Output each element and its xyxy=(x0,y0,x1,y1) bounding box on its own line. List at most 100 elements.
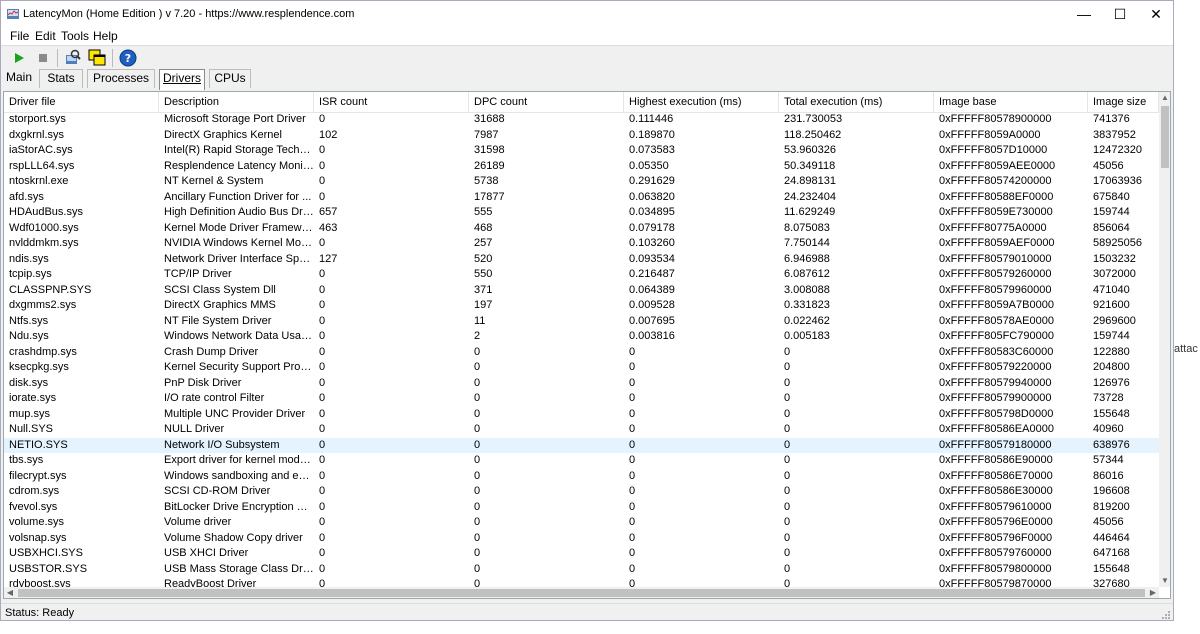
image-size-cell: 204800 xyxy=(1093,361,1130,373)
col-driver-file-header[interactable]: Driver file xyxy=(4,92,159,112)
table-row[interactable]: mup.sys Multiple UNC Provider Driver 0 0 0 0 0… xyxy=(4,407,1159,423)
col-description-header[interactable]: Description xyxy=(159,92,314,112)
tab-processes[interactable]: Processes xyxy=(87,69,155,88)
table-row[interactable]: ksecpkg.sys Kernel Security Support Provi… xyxy=(4,360,1159,376)
dpc-count-cell: 520 xyxy=(474,252,493,265)
table-row[interactable]: dxgkrnl.sys DirectX Graphics Kernel 102 798… xyxy=(4,128,1159,144)
table-row[interactable]: USBSTOR.SYS USB Mass Storage Class Driver… xyxy=(4,562,1159,578)
table-row[interactable]: nvlddmkm.sys NVIDIA Windows Kernel Mod...… xyxy=(4,236,1159,252)
table-row[interactable]: Null.SYS NULL Driver 0 0 0 0 0xFFFFF80586EA000… xyxy=(4,422,1159,438)
driver-search-button[interactable] xyxy=(63,48,83,68)
image-size-cell: 155648 xyxy=(1093,407,1130,420)
dpc-count-cell: 0 xyxy=(474,578,481,587)
stop-monitor-button[interactable] xyxy=(33,48,53,68)
title-bar[interactable]: LatencyMon (Home Edition ) v 7.20 - http… xyxy=(1,1,1173,27)
table-row[interactable]: tbs.sys Export driver for kernel mode ...… xyxy=(4,453,1159,469)
horizontal-scroll-thumb[interactable] xyxy=(18,589,1145,597)
menu-edit[interactable]: Edit xyxy=(35,29,56,43)
table-row[interactable]: iorate.sys I/O rate control Filter 0 0 0 0 0xF… xyxy=(4,391,1159,407)
col-highest-execution-header[interactable]: Highest execution (ms) xyxy=(624,92,779,112)
scroll-down-arrow-icon[interactable]: ▼ xyxy=(1159,575,1170,587)
table-row[interactable]: ntoskrnl.exe NT Kernel & System 0 5738 0.291… xyxy=(4,174,1159,190)
driver-file-cell: iaStorAC.sys xyxy=(9,144,73,156)
table-body: storport.sys Microsoft Storage Port Drive… xyxy=(4,112,1159,587)
table-row[interactable]: disk.sys PnP Disk Driver 0 0 0 0 0xFFFFF805799… xyxy=(4,376,1159,392)
driver-file-cell: cdrom.sys xyxy=(9,485,60,497)
description-cell: TCP/IP Driver xyxy=(164,268,232,280)
close-button[interactable]: ✕ xyxy=(1138,1,1173,27)
vertical-scroll-thumb[interactable] xyxy=(1161,106,1169,168)
minimize-button[interactable]: — xyxy=(1066,1,1102,27)
description-cell: Multiple UNC Provider Driver xyxy=(164,407,306,420)
table-row[interactable]: ndis.sys Network Driver Interface Speci..… xyxy=(4,252,1159,268)
dpc-count-cell: 26189 xyxy=(474,159,505,172)
image-size-cell: 2969600 xyxy=(1093,314,1136,327)
highest-execution-cell: 0 xyxy=(629,423,636,435)
table-row[interactable]: volume.sys Volume driver 0 0 0 0 0xFFFFF805796… xyxy=(4,515,1159,531)
image-base-cell: 0xFFFFF8059A0000 xyxy=(939,128,1041,141)
total-execution-cell: 6.946988 xyxy=(784,252,830,265)
description-cell: NT File System Driver xyxy=(164,314,272,327)
menu-help[interactable]: Help xyxy=(93,29,118,43)
table-row[interactable]: tcpip.sys TCP/IP Driver 0 550 0.216487 6.0876… xyxy=(4,267,1159,283)
help-button[interactable]: ? xyxy=(118,48,138,68)
windows-view-button[interactable] xyxy=(87,48,107,68)
image-base-cell: 0xFFFFF80579960000 xyxy=(939,283,1052,296)
table-row[interactable]: Ndu.sys Windows Network Data Usag... 0 2 0.0… xyxy=(4,329,1159,345)
table-row[interactable]: rspLLL64.sys Resplendence Latency Monit..… xyxy=(4,159,1159,175)
col-isr-count-header[interactable]: ISR count xyxy=(314,92,469,112)
tab-stats[interactable]: Stats xyxy=(39,69,83,88)
description-cell: Kernel Security Support Provi... xyxy=(164,361,314,373)
table-row[interactable]: rdyboost.sys ReadyBoost Driver 0 0 0 0 0xFFFFF… xyxy=(4,577,1159,587)
col-image-size-header[interactable]: Image size xyxy=(1088,92,1159,112)
image-base-cell: 0xFFFFF80579870000 xyxy=(939,578,1052,587)
isr-count-cell: 657 xyxy=(319,206,338,218)
image-size-cell: 159744 xyxy=(1093,330,1130,342)
scroll-left-arrow-icon[interactable]: ◀ xyxy=(4,587,16,598)
col-image-base-header[interactable]: Image base xyxy=(934,92,1088,112)
col-total-execution-header[interactable]: Total execution (ms) xyxy=(779,92,934,112)
image-base-cell: 0xFFFFF80579180000 xyxy=(939,438,1052,451)
image-base-cell: 0xFFFFF80579260000 xyxy=(939,268,1052,280)
table-row[interactable]: storport.sys Microsoft Storage Port Drive… xyxy=(4,112,1159,128)
tab-drivers[interactable]: Drivers xyxy=(159,69,205,90)
isr-count-cell: 0 xyxy=(319,407,326,420)
maximize-button[interactable]: ☐ xyxy=(1102,1,1138,27)
image-size-cell: 159744 xyxy=(1093,206,1130,218)
image-base-cell: 0xFFFFF80586E30000 xyxy=(939,485,1053,497)
tab-main[interactable]: Main xyxy=(3,69,35,88)
description-cell: USB Mass Storage Class Driver xyxy=(164,562,314,575)
table-row[interactable]: USBXHCI.SYS USB XHCI Driver 0 0 0 0 0xFFFFF805… xyxy=(4,546,1159,562)
isr-count-cell: 102 xyxy=(319,128,338,141)
start-monitor-button[interactable] xyxy=(9,48,29,68)
scroll-up-arrow-icon[interactable]: ▲ xyxy=(1159,92,1170,104)
table-row[interactable]: Ntfs.sys NT File System Driver 0 11 0.007695… xyxy=(4,314,1159,330)
table-row[interactable]: HDAudBus.sys High Definition Audio Bus Dr… xyxy=(4,205,1159,221)
image-size-cell: 126976 xyxy=(1093,376,1130,389)
menu-tools[interactable]: Tools xyxy=(61,29,89,43)
table-row[interactable]: volsnap.sys Volume Shadow Copy driver 0 0 0 0… xyxy=(4,531,1159,547)
tab-cpus[interactable]: CPUs xyxy=(209,69,251,88)
table-row[interactable]: fvevol.sys BitLocker Drive Encryption Dri… xyxy=(4,500,1159,516)
scroll-right-arrow-icon[interactable]: ▶ xyxy=(1147,587,1159,598)
table-row[interactable]: filecrypt.sys Windows sandboxing and enc.… xyxy=(4,469,1159,485)
table-row[interactable]: NETIO.SYS Network I/O Subsystem 0 0 0 0 0xFFFF… xyxy=(4,437,1159,453)
resize-grip-icon[interactable] xyxy=(1161,610,1171,620)
app-icon xyxy=(7,9,19,19)
svg-text:?: ? xyxy=(125,52,131,65)
col-dpc-count-header[interactable]: DPC count xyxy=(469,92,624,112)
table-row[interactable]: crashdmp.sys Crash Dump Driver 0 0 0 0 0xFFFFF… xyxy=(4,345,1159,361)
table-row[interactable]: afd.sys Ancillary Function Driver for ...… xyxy=(4,190,1159,206)
table-row[interactable]: Wdf01000.sys Kernel Mode Driver Framewor.… xyxy=(4,221,1159,237)
menu-file[interactable]: File xyxy=(10,29,29,43)
table-row[interactable]: dxgmms2.sys DirectX Graphics MMS 0 197 0.009… xyxy=(4,298,1159,314)
vertical-scrollbar[interactable]: ▲ ▼ xyxy=(1159,92,1170,587)
image-size-cell: 471040 xyxy=(1093,283,1130,296)
dpc-count-cell: 0 xyxy=(474,531,481,544)
table-row[interactable]: iaStorAC.sys Intel(R) Rapid Storage Techn… xyxy=(4,143,1159,159)
table-row[interactable]: CLASSPNP.SYS SCSI Class System Dll 0 371 0.0… xyxy=(4,283,1159,299)
table-row[interactable]: cdrom.sys SCSI CD-ROM Driver 0 0 0 0 0xFFFFF80… xyxy=(4,484,1159,500)
horizontal-scrollbar[interactable]: ◀ ▶ xyxy=(4,587,1159,598)
image-base-cell: 0xFFFFF80586EA0000 xyxy=(939,423,1054,435)
total-execution-cell: 0 xyxy=(784,376,791,389)
